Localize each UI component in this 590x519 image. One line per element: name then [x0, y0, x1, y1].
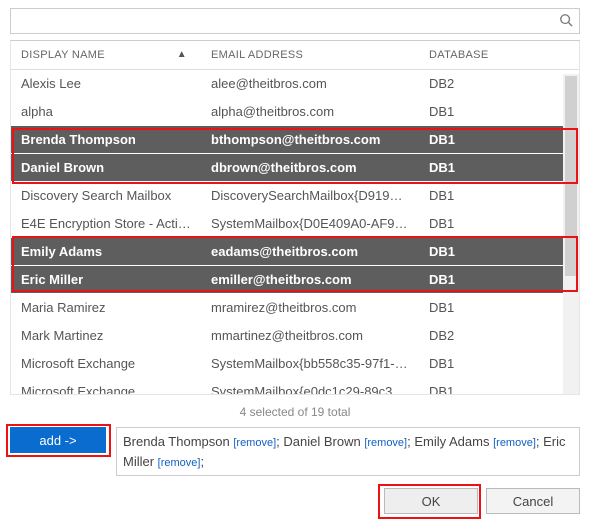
scrollbar-thumb[interactable] — [565, 76, 577, 276]
cell-db: DB1 — [419, 238, 579, 266]
col-database[interactable]: DATABASE — [419, 41, 579, 70]
selection-status: 4 selected of 19 total — [10, 395, 580, 425]
cell-db: DB1 — [419, 126, 579, 154]
cell-name: Discovery Search Mailbox — [11, 182, 201, 210]
cell-email: mramirez@theitbros.com — [201, 294, 419, 322]
cell-email: bthompson@theitbros.com — [201, 126, 419, 154]
selected-recipients-box[interactable]: Brenda Thompson [remove]; Daniel Brown [… — [116, 427, 580, 476]
table-row[interactable]: Mark Martinezmmartinez@theitbros.comDB2 — [11, 322, 579, 350]
search-icon — [559, 13, 573, 30]
col-display-name[interactable]: DISPLAY NAME ▲ — [11, 41, 201, 70]
cell-email: SystemMailbox{e0dc1c29-89c3-4034… — [201, 378, 419, 396]
mailbox-table: DISPLAY NAME ▲ EMAIL ADDRESS DATABASE Al… — [10, 40, 580, 395]
cell-name: Microsoft Exchange — [11, 378, 201, 396]
cell-name: Mark Martinez — [11, 322, 201, 350]
table-row[interactable]: E4E Encryption Store - Acti…SystemMailbo… — [11, 210, 579, 238]
cell-db: DB1 — [419, 266, 579, 294]
table-row[interactable]: Alexis Leealee@theitbros.comDB2 — [11, 70, 579, 98]
cell-email: alpha@theitbros.com — [201, 98, 419, 126]
cell-db: DB1 — [419, 294, 579, 322]
remove-link[interactable]: [remove] — [364, 437, 407, 449]
cell-name: Maria Ramirez — [11, 294, 201, 322]
scrollbar[interactable] — [563, 74, 579, 394]
table-row[interactable]: Brenda Thompsonbthompson@theitbros.comDB… — [11, 126, 579, 154]
search-input[interactable] — [10, 8, 580, 34]
ok-button[interactable]: OK — [384, 488, 478, 514]
cell-db: DB2 — [419, 322, 579, 350]
cell-name: Microsoft Exchange — [11, 350, 201, 378]
cell-db: DB1 — [419, 154, 579, 182]
cell-email: eadams@theitbros.com — [201, 238, 419, 266]
selected-recipient: Daniel Brown [remove] — [283, 434, 407, 449]
cell-name: Brenda Thompson — [11, 126, 201, 154]
cancel-button[interactable]: Cancel — [486, 488, 580, 514]
table-row[interactable]: alphaalpha@theitbros.comDB1 — [11, 98, 579, 126]
cell-name: alpha — [11, 98, 201, 126]
cell-email: DiscoverySearchMailbox{D919BA05-… — [201, 182, 419, 210]
remove-link[interactable]: [remove] — [233, 437, 276, 449]
table-row[interactable]: Discovery Search MailboxDiscoverySearchM… — [11, 182, 579, 210]
cell-name: Daniel Brown — [11, 154, 201, 182]
remove-link[interactable]: [remove] — [158, 457, 201, 469]
cell-db: DB1 — [419, 210, 579, 238]
col-label: DISPLAY NAME — [21, 49, 105, 61]
add-button[interactable]: add -> — [10, 427, 106, 453]
cell-name: Alexis Lee — [11, 70, 201, 98]
cell-db: DB1 — [419, 378, 579, 396]
cell-db: DB2 — [419, 70, 579, 98]
col-email[interactable]: EMAIL ADDRESS — [201, 41, 419, 70]
cell-email: alee@theitbros.com — [201, 70, 419, 98]
remove-link[interactable]: [remove] — [493, 437, 536, 449]
cell-db: DB1 — [419, 182, 579, 210]
table-row[interactable]: Microsoft ExchangeSystemMailbox{bb558c35… — [11, 350, 579, 378]
cell-email: SystemMailbox{D0E409A0-AF9B-472… — [201, 210, 419, 238]
cell-db: DB1 — [419, 350, 579, 378]
cell-db: DB1 — [419, 98, 579, 126]
cell-email: mmartinez@theitbros.com — [201, 322, 419, 350]
cell-email: emiller@theitbros.com — [201, 266, 419, 294]
cell-email: SystemMailbox{bb558c35-97f1-4cb9-… — [201, 350, 419, 378]
cell-name: Eric Miller — [11, 266, 201, 294]
selected-recipient: Brenda Thompson [remove] — [123, 434, 276, 449]
cell-email: dbrown@theitbros.com — [201, 154, 419, 182]
table-row[interactable]: Daniel Browndbrown@theitbros.comDB1 — [11, 154, 579, 182]
cell-name: Emily Adams — [11, 238, 201, 266]
table-row[interactable]: Microsoft ExchangeSystemMailbox{e0dc1c29… — [11, 378, 579, 396]
selected-recipient: Emily Adams [remove] — [414, 434, 536, 449]
sort-asc-icon: ▲ — [177, 49, 187, 60]
cell-name: E4E Encryption Store - Acti… — [11, 210, 201, 238]
table-row[interactable]: Emily Adamseadams@theitbros.comDB1 — [11, 238, 579, 266]
table-row[interactable]: Maria Ramirezmramirez@theitbros.comDB1 — [11, 294, 579, 322]
table-row[interactable]: Eric Milleremiller@theitbros.comDB1 — [11, 266, 579, 294]
